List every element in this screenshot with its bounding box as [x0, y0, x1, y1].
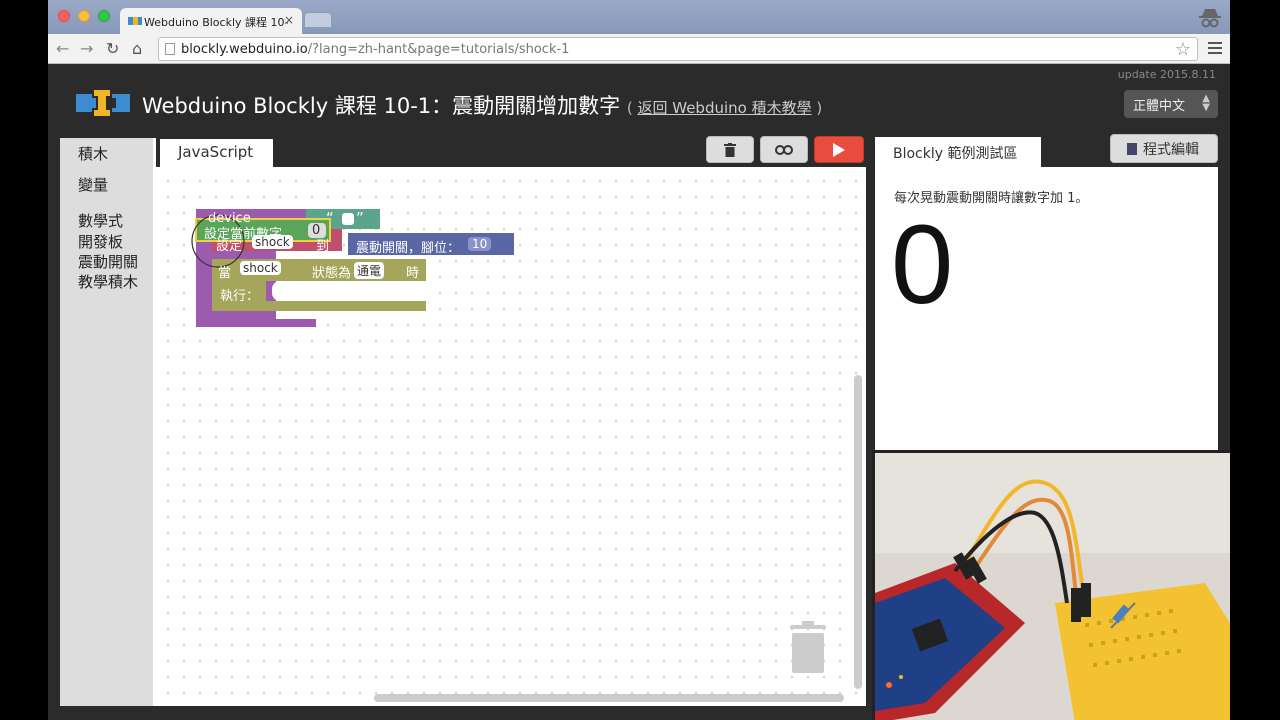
- block-state-field[interactable]: 通電: [354, 262, 385, 279]
- run-button[interactable]: [814, 136, 864, 163]
- tab-close-icon[interactable]: ×: [284, 13, 294, 27]
- block-state-label: 狀態為: [312, 266, 352, 281]
- block-quote-open: “: [326, 209, 334, 227]
- toolbox-item-blocks[interactable]: 積木: [78, 143, 108, 164]
- code-editor-button[interactable]: 程式編輯: [1110, 134, 1218, 163]
- update-date: update 2015.8.11: [1117, 68, 1216, 81]
- incognito-icon: [1199, 9, 1221, 28]
- block-number-field[interactable]: 0: [312, 223, 320, 238]
- workspace-vertical-scrollbar[interactable]: [854, 375, 862, 689]
- chrome-menu-icon[interactable]: [1208, 42, 1222, 54]
- play-icon: [833, 142, 845, 157]
- hardware-video: [872, 450, 1230, 720]
- clear-workspace-button[interactable]: [706, 136, 754, 163]
- block-set-number[interactable]: 設定當前數字: [204, 223, 282, 242]
- workspace-trash-icon[interactable]: [788, 621, 828, 675]
- block-quote-close: ”: [356, 209, 364, 227]
- page-title: Webduino Blockly 課程 10-1：震動開關增加數字 ( 返回 W…: [142, 90, 822, 120]
- tab-title: Webduino Blockly 課程 10-: [144, 16, 289, 29]
- url-host: blockly.webduino.io: [181, 42, 308, 57]
- link-icon: [775, 144, 793, 155]
- share-link-button[interactable]: [760, 136, 808, 163]
- browser-toolbar: ← → ↻ ⌂ blockly.webduino.io/?lang=zh-han…: [48, 34, 1230, 64]
- toolbox-item-math[interactable]: 數學式: [78, 210, 123, 231]
- trash-icon: [724, 142, 736, 157]
- toolbox-item-tutorial-blocks[interactable]: 教學積木: [78, 271, 138, 292]
- language-select[interactable]: 正體中文 ▲ ▼: [1124, 90, 1218, 118]
- address-bar[interactable]: blockly.webduino.io/?lang=zh-hant&page=t…: [158, 37, 1198, 61]
- close-window-button[interactable]: [58, 10, 70, 22]
- bookmark-star-icon[interactable]: ☆: [1175, 39, 1191, 60]
- editor-button-label: 程式編輯: [1143, 142, 1199, 158]
- tab-javascript[interactable]: JavaScript: [160, 139, 273, 167]
- new-tab-button[interactable]: [304, 12, 332, 28]
- tab-blockly-demo[interactable]: Blockly 範例測試區: [875, 137, 1041, 167]
- language-value: 正體中文: [1133, 99, 1186, 114]
- toolbox-item-variables[interactable]: 變量: [78, 174, 108, 195]
- blockly-toolbox: 積木 變量 數學式 開發板 震動開關 教學積木: [60, 138, 156, 706]
- select-arrows-icon: ▲ ▼: [1202, 93, 1210, 113]
- minimize-window-button[interactable]: [78, 10, 90, 22]
- toolbox-item-shock-sensor[interactable]: 震動開關: [78, 251, 138, 272]
- webduino-favicon-icon: [128, 17, 142, 25]
- webduino-logo-icon: [76, 90, 130, 116]
- block-do-label: 執行：: [220, 289, 260, 304]
- block-time-label: 時: [406, 266, 420, 281]
- workspace-horizontal-scrollbar[interactable]: [374, 694, 844, 702]
- sub-prefix: (: [626, 99, 638, 117]
- zoom-window-button[interactable]: [98, 10, 110, 22]
- tab-strip: Webduino Blockly 課程 10- ×: [48, 0, 1230, 34]
- browser-window: Webduino Blockly 課程 10- × ← → ↻ ⌂ blockl…: [48, 0, 1230, 720]
- home-icon[interactable]: ⌂: [132, 39, 142, 58]
- blockly-workspace[interactable]: device “ ” 設定 shock 到 震動開關，腳位： 10 當 shoc…: [156, 167, 866, 706]
- hardware-photo: [875, 453, 1230, 720]
- reload-icon[interactable]: ↻: [106, 39, 119, 58]
- back-icon[interactable]: ←: [56, 39, 69, 58]
- forward-icon[interactable]: →: [80, 39, 93, 58]
- block-when-label: 當: [218, 266, 232, 281]
- page-title-text: Webduino Blockly 課程 10-1：震動開關增加數字: [142, 94, 621, 118]
- sub-suffix: ): [811, 99, 823, 117]
- block-shock-sensor[interactable]: 震動開關，腳位：: [356, 237, 460, 256]
- toolbox-item-board[interactable]: 開發板: [78, 231, 123, 252]
- block-when-var-field[interactable]: shock: [240, 261, 281, 275]
- block-pin-field[interactable]: 10: [468, 237, 492, 251]
- back-link-group: ( 返回 Webduino 積木教學 ): [627, 99, 822, 117]
- url-path: /?lang=zh-hant&page=tutorials/shock-1: [307, 42, 570, 57]
- page-icon: [165, 43, 175, 55]
- demo-counter: 0: [891, 202, 954, 327]
- back-to-tutorials-link[interactable]: 返回 Webduino 積木教學: [637, 99, 811, 117]
- demo-panel: 每次晃動震動開關時讓數字加 1。 0: [875, 167, 1218, 453]
- editor-icon: [1127, 143, 1137, 155]
- browser-tab[interactable]: Webduino Blockly 課程 10- ×: [120, 8, 302, 34]
